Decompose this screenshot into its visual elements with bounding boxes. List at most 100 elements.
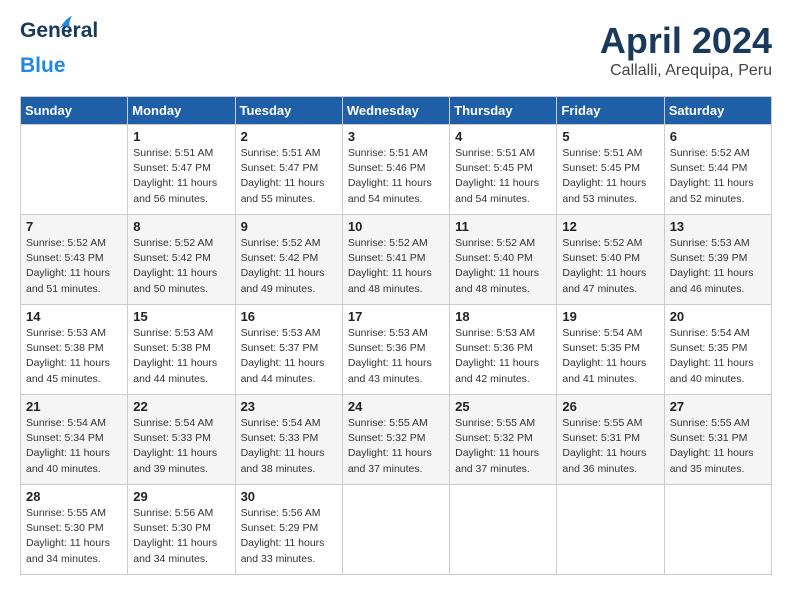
calendar-day-cell: 30 Sunrise: 5:56 AM Sunset: 5:29 PM Dayli… [235, 485, 342, 575]
calendar-day-cell [21, 125, 128, 215]
calendar-day-cell: 21 Sunrise: 5:54 AM Sunset: 5:34 PM Dayli… [21, 395, 128, 485]
day-info: Sunrise: 5:52 AM Sunset: 5:40 PM Dayligh… [455, 236, 551, 297]
calendar-day-cell: 29 Sunrise: 5:56 AM Sunset: 5:30 PM Dayli… [128, 485, 235, 575]
weekday-header: Monday [128, 97, 235, 125]
day-info: Sunrise: 5:54 AM Sunset: 5:35 PM Dayligh… [562, 326, 658, 387]
calendar-week-row: 28Sunrise: 5:55 AM Sunset: 5:30 PM Dayli… [21, 485, 772, 575]
day-info: Sunrise: 5:55 AM Sunset: 5:32 PM Dayligh… [348, 416, 444, 477]
day-info: Sunrise: 5:54 AM Sunset: 5:33 PM Dayligh… [241, 416, 337, 477]
calendar-day-cell: 2 Sunrise: 5:51 AM Sunset: 5:47 PM Daylig… [235, 125, 342, 215]
day-number: 13 [670, 219, 766, 234]
day-info: Sunrise: 5:52 AM Sunset: 5:41 PM Dayligh… [348, 236, 444, 297]
day-number: 16 [241, 309, 337, 324]
location: Callalli, Arequipa, Peru [600, 62, 772, 80]
day-info: Sunrise: 5:55 AM Sunset: 5:31 PM Dayligh… [562, 416, 658, 477]
calendar-day-cell [450, 485, 557, 575]
day-info: Sunrise: 5:54 AM Sunset: 5:35 PM Dayligh… [670, 326, 766, 387]
day-info: Sunrise: 5:53 AM Sunset: 5:37 PM Dayligh… [241, 326, 337, 387]
day-info: Sunrise: 5:55 AM Sunset: 5:31 PM Dayligh… [670, 416, 766, 477]
weekday-header: Tuesday [235, 97, 342, 125]
day-info: Sunrise: 5:53 AM Sunset: 5:38 PM Dayligh… [26, 326, 122, 387]
calendar-week-row: 21 Sunrise: 5:54 AM Sunset: 5:34 PM Dayli… [21, 395, 772, 485]
calendar-day-cell: 13 Sunrise: 5:53 AM Sunset: 5:39 PM Dayli… [664, 215, 771, 305]
day-number: 18 [455, 309, 551, 324]
calendar-week-row: 7Sunrise: 5:52 AM Sunset: 5:43 PM Daylig… [21, 215, 772, 305]
day-info: Sunrise: 5:53 AM Sunset: 5:39 PM Dayligh… [670, 236, 766, 297]
day-info: Sunrise: 5:52 AM Sunset: 5:44 PM Dayligh… [670, 146, 766, 207]
day-info: Sunrise: 5:53 AM Sunset: 5:38 PM Dayligh… [133, 326, 229, 387]
day-info: Sunrise: 5:52 AM Sunset: 5:42 PM Dayligh… [133, 236, 229, 297]
title-block: April 2024 Callalli, Arequipa, Peru [600, 20, 772, 80]
calendar-day-cell: 25 Sunrise: 5:55 AM Sunset: 5:32 PM Dayli… [450, 395, 557, 485]
day-number: 30 [241, 489, 337, 504]
calendar-day-cell: 23 Sunrise: 5:54 AM Sunset: 5:33 PM Dayli… [235, 395, 342, 485]
day-info: Sunrise: 5:51 AM Sunset: 5:47 PM Dayligh… [133, 146, 229, 207]
calendar-day-cell [664, 485, 771, 575]
day-info: Sunrise: 5:55 AM Sunset: 5:32 PM Dayligh… [455, 416, 551, 477]
day-info: Sunrise: 5:51 AM Sunset: 5:45 PM Dayligh… [455, 146, 551, 207]
day-info: Sunrise: 5:56 AM Sunset: 5:30 PM Dayligh… [133, 506, 229, 567]
weekday-header: Saturday [664, 97, 771, 125]
day-number: 26 [562, 399, 658, 414]
day-number: 22 [133, 399, 229, 414]
day-number: 27 [670, 399, 766, 414]
calendar-day-cell: 10 Sunrise: 5:52 AM Sunset: 5:41 PM Dayli… [342, 215, 449, 305]
calendar-day-cell [557, 485, 664, 575]
calendar-header-row: SundayMondayTuesdayWednesdayThursdayFrid… [21, 97, 772, 125]
calendar-day-cell: 19Sunrise: 5:54 AM Sunset: 5:35 PM Dayli… [557, 305, 664, 395]
day-number: 6 [670, 129, 766, 144]
day-info: Sunrise: 5:53 AM Sunset: 5:36 PM Dayligh… [455, 326, 551, 387]
day-info: Sunrise: 5:56 AM Sunset: 5:29 PM Dayligh… [241, 506, 337, 567]
day-number: 29 [133, 489, 229, 504]
day-number: 9 [241, 219, 337, 234]
calendar-day-cell: 28Sunrise: 5:55 AM Sunset: 5:30 PM Dayli… [21, 485, 128, 575]
day-number: 12 [562, 219, 658, 234]
calendar-day-cell: 27 Sunrise: 5:55 AM Sunset: 5:31 PM Dayli… [664, 395, 771, 485]
day-number: 2 [241, 129, 337, 144]
logo: General Blue [20, 20, 66, 78]
day-info: Sunrise: 5:51 AM Sunset: 5:47 PM Dayligh… [241, 146, 337, 207]
calendar-day-cell: 7Sunrise: 5:52 AM Sunset: 5:43 PM Daylig… [21, 215, 128, 305]
calendar-day-cell: 1 Sunrise: 5:51 AM Sunset: 5:47 PM Daylig… [128, 125, 235, 215]
day-number: 20 [670, 309, 766, 324]
calendar-day-cell [342, 485, 449, 575]
day-number: 21 [26, 399, 122, 414]
day-info: Sunrise: 5:52 AM Sunset: 5:42 PM Dayligh… [241, 236, 337, 297]
calendar-day-cell: 4 Sunrise: 5:51 AM Sunset: 5:45 PM Daylig… [450, 125, 557, 215]
calendar-week-row: 1 Sunrise: 5:51 AM Sunset: 5:47 PM Daylig… [21, 125, 772, 215]
day-info: Sunrise: 5:54 AM Sunset: 5:33 PM Dayligh… [133, 416, 229, 477]
day-number: 15 [133, 309, 229, 324]
day-number: 1 [133, 129, 229, 144]
day-number: 5 [562, 129, 658, 144]
weekday-header: Thursday [450, 97, 557, 125]
day-number: 8 [133, 219, 229, 234]
calendar-day-cell: 22 Sunrise: 5:54 AM Sunset: 5:33 PM Dayli… [128, 395, 235, 485]
calendar-day-cell: 12Sunrise: 5:52 AM Sunset: 5:40 PM Dayli… [557, 215, 664, 305]
month-title: April 2024 [600, 20, 772, 62]
weekday-header: Sunday [21, 97, 128, 125]
day-number: 25 [455, 399, 551, 414]
calendar-day-cell: 20 Sunrise: 5:54 AM Sunset: 5:35 PM Dayli… [664, 305, 771, 395]
day-info: Sunrise: 5:53 AM Sunset: 5:36 PM Dayligh… [348, 326, 444, 387]
calendar-day-cell: 11 Sunrise: 5:52 AM Sunset: 5:40 PM Dayli… [450, 215, 557, 305]
day-number: 23 [241, 399, 337, 414]
day-number: 3 [348, 129, 444, 144]
day-number: 24 [348, 399, 444, 414]
calendar-day-cell: 24 Sunrise: 5:55 AM Sunset: 5:32 PM Dayli… [342, 395, 449, 485]
calendar-day-cell: 8 Sunrise: 5:52 AM Sunset: 5:42 PM Daylig… [128, 215, 235, 305]
calendar-day-cell: 17 Sunrise: 5:53 AM Sunset: 5:36 PM Dayli… [342, 305, 449, 395]
day-number: 10 [348, 219, 444, 234]
day-number: 11 [455, 219, 551, 234]
day-number: 4 [455, 129, 551, 144]
day-number: 14 [26, 309, 122, 324]
day-number: 17 [348, 309, 444, 324]
calendar-day-cell: 5Sunrise: 5:51 AM Sunset: 5:45 PM Daylig… [557, 125, 664, 215]
calendar-day-cell: 3 Sunrise: 5:51 AM Sunset: 5:46 PM Daylig… [342, 125, 449, 215]
calendar-day-cell: 15 Sunrise: 5:53 AM Sunset: 5:38 PM Dayli… [128, 305, 235, 395]
weekday-header: Friday [557, 97, 664, 125]
weekday-header: Wednesday [342, 97, 449, 125]
day-number: 7 [26, 219, 122, 234]
day-info: Sunrise: 5:54 AM Sunset: 5:34 PM Dayligh… [26, 416, 122, 477]
day-info: Sunrise: 5:51 AM Sunset: 5:46 PM Dayligh… [348, 146, 444, 207]
calendar-day-cell: 14 Sunrise: 5:53 AM Sunset: 5:38 PM Dayli… [21, 305, 128, 395]
